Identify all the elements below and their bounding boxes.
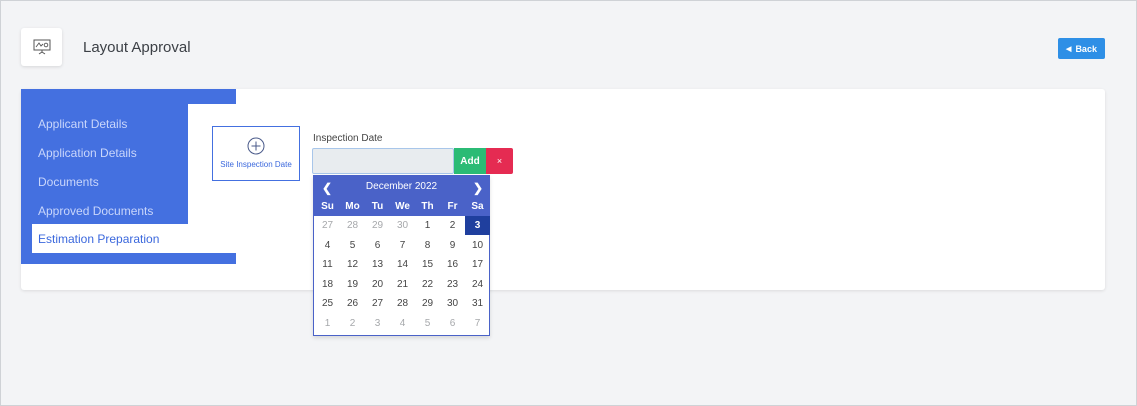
remove-button[interactable]: × [486,148,513,174]
calendar-day[interactable]: 12 [340,255,365,274]
calendar-week-row: 1234567 [315,314,490,333]
calendar-day[interactable]: 7 [465,314,490,333]
calendar-weekday: Th [421,201,434,212]
calendar-day[interactable]: 24 [465,275,490,294]
calendar-day[interactable]: 26 [340,294,365,313]
chevron-left-icon: ◀ [1066,45,1072,53]
page-title: Layout Approval [83,39,191,56]
calendar-weekday: We [395,201,410,212]
calendar-day[interactable]: 31 [465,294,490,313]
calendar-day[interactable]: 25 [315,294,340,313]
calendar-week-row: 18 19 20 21 22 23 24 [315,275,490,294]
date-picker-calendar: ❮ December 2022 ❯ Su Mo Tu We Th Fr Sa 27 28 29 3… [313,175,490,336]
calendar-day[interactable]: 28 [340,216,365,235]
page-header: Layout Approval ◀ Back [1,1,1136,79]
calendar-day[interactable]: 9 [440,236,465,255]
calendar-day[interactable]: 11 [315,255,340,274]
calendar-next-button[interactable]: ❯ [468,180,488,196]
calendar-day[interactable]: 13 [365,255,390,274]
calendar-day[interactable]: 27 [315,216,340,235]
calendar-day[interactable]: 19 [340,275,365,294]
plus-circle-icon [247,137,265,155]
calendar-weekday: Fr [447,201,458,212]
calendar-day[interactable]: 20 [365,275,390,294]
calendar-day[interactable]: 29 [415,294,440,313]
calendar-day[interactable]: 27 [365,294,390,313]
calendar-day[interactable]: 1 [415,216,440,235]
calendar-day[interactable]: 3 [465,216,490,235]
calendar-day[interactable]: 4 [390,314,415,333]
calendar-month-label[interactable]: December 2022 [314,181,489,192]
calendar-day[interactable]: 6 [365,236,390,255]
calendar-day[interactable]: 22 [415,275,440,294]
calendar-day[interactable]: 6 [440,314,465,333]
calendar-day[interactable]: 7 [390,236,415,255]
inspection-date-label: Inspection Date [313,133,383,144]
calendar-day[interactable]: 14 [390,255,415,274]
sidebar-item-estimation-preparation[interactable]: Estimation Preparation [32,224,236,253]
calendar-day[interactable]: 5 [340,236,365,255]
chevron-right-icon: ❯ [472,181,484,195]
calendar-day[interactable]: 10 [465,236,490,255]
calendar-day[interactable]: 21 [390,275,415,294]
calendar-day[interactable]: 29 [365,216,390,235]
calendar-day[interactable]: 2 [440,216,465,235]
calendar-day[interactable]: 17 [465,255,490,274]
calendar-day[interactable]: 30 [390,216,415,235]
calendar-day[interactable]: 28 [390,294,415,313]
calendar-week-row: 11 12 13 14 15 16 17 [315,255,490,274]
inspection-date-input[interactable] [312,148,454,174]
presentation-board-icon [33,39,50,55]
calendar-day[interactable]: 8 [415,236,440,255]
calendar-day[interactable]: 1 [315,314,340,333]
sidebar-item-application-details[interactable]: Application Details [38,146,137,160]
calendar-day[interactable]: 23 [440,275,465,294]
app-logo [21,28,62,66]
back-button[interactable]: ◀ Back [1058,38,1105,59]
add-button[interactable]: Add [454,148,486,174]
calendar-day[interactable]: 2 [340,314,365,333]
sidebar-top-band [21,89,236,104]
calendar-week-row: 25 26 27 28 29 30 31 [315,294,490,313]
calendar-weekday-row: Su Mo Tu We Th Fr Sa [315,197,490,216]
calendar-weekday: Su [321,201,334,212]
calendar-day[interactable]: 18 [315,275,340,294]
site-inspection-date-card[interactable]: Site Inspection Date [212,126,300,181]
calendar-day[interactable]: 16 [440,255,465,274]
calendar-weekday: Mo [345,201,360,212]
calendar-day[interactable]: 30 [440,294,465,313]
sidebar-bottom-band [21,253,236,264]
sidebar-item-documents[interactable]: Documents [38,175,99,189]
site-inspection-date-label: Site Inspection Date [220,160,292,169]
calendar-day[interactable]: 4 [315,236,340,255]
calendar-weekday: Tu [371,201,384,212]
calendar-day[interactable]: 3 [365,314,390,333]
sidebar-item-label: Estimation Preparation [38,231,160,246]
calendar-day[interactable]: 15 [415,255,440,274]
calendar-weekday: Sa [471,201,484,212]
sidebar-item-approved-documents[interactable]: Approved Documents [38,204,153,218]
back-button-label: Back [1075,43,1097,54]
sidebar-item-applicant-details[interactable]: Applicant Details [38,117,127,131]
calendar-week-row: 27 28 29 30 1 2 3 [315,216,490,235]
calendar-week-row: 4 5 6 7 8 9 10 [315,236,490,255]
calendar-day[interactable]: 5 [415,314,440,333]
